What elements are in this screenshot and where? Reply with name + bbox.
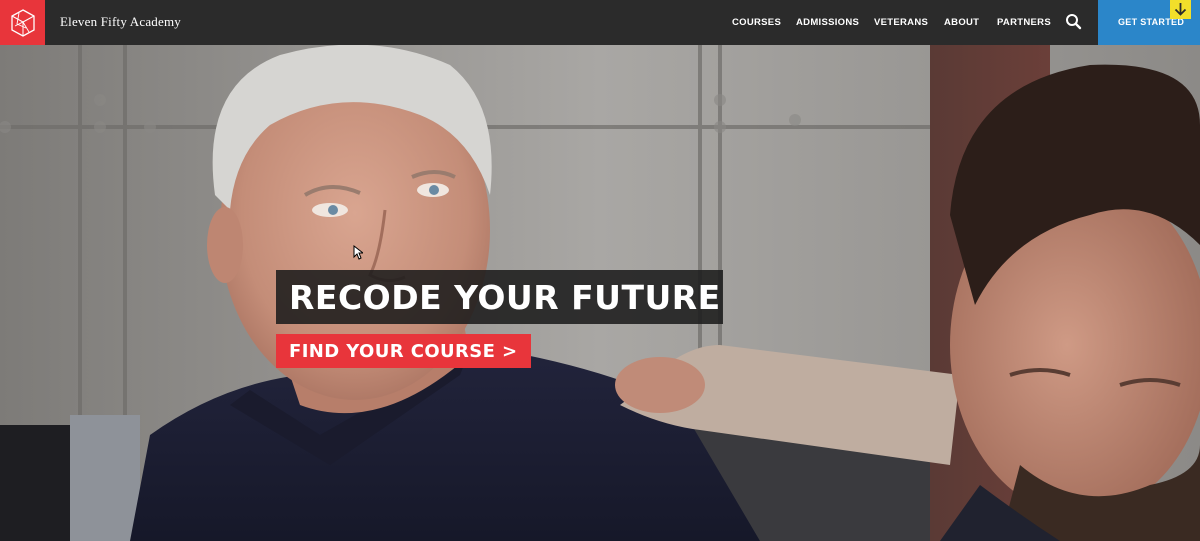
search-icon	[1066, 14, 1082, 30]
hero-headline-box: RECODE YOUR FUTURE	[276, 270, 723, 324]
arrow-down-icon[interactable]	[1170, 0, 1191, 19]
find-your-course-label: FIND YOUR COURSE >	[289, 341, 518, 362]
find-your-course-button[interactable]: FIND YOUR COURSE >	[276, 334, 531, 368]
nav-item-about[interactable]: ABOUT	[944, 17, 979, 28]
hero-headline: RECODE YOUR FUTURE	[289, 278, 721, 317]
nav-item-veterans[interactable]: VETERANS	[874, 17, 928, 28]
academy-logo[interactable]	[0, 0, 45, 45]
nav-item-courses[interactable]: COURSES	[732, 17, 781, 28]
geometric-logo-icon	[10, 8, 35, 37]
nav-item-admissions[interactable]: ADMISSIONS	[796, 17, 859, 28]
brand-name[interactable]: Eleven Fifty Academy	[60, 14, 181, 30]
top-navigation-bar: Eleven Fifty Academy COURSES ADMISSIONS …	[0, 0, 1200, 45]
nav-item-partners[interactable]: PARTNERS	[997, 17, 1051, 28]
mouse-pointer-icon	[353, 245, 363, 260]
search-button[interactable]	[1064, 12, 1084, 32]
